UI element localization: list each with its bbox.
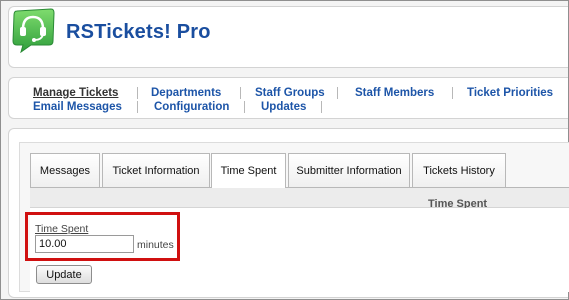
menu-item-departments[interactable]: Departments — [151, 87, 221, 99]
menu-item-email-messages[interactable]: Email Messages — [33, 101, 122, 113]
tab-ticket-information[interactable]: Ticket Information — [102, 153, 210, 187]
menu-separator — [137, 101, 138, 113]
tab-tickets-history[interactable]: Tickets History — [412, 153, 506, 187]
headset-icon — [12, 8, 55, 53]
menu-item-updates[interactable]: Updates — [261, 101, 306, 113]
menu-separator — [244, 101, 245, 113]
menu-item-ticket-priorities[interactable]: Ticket Priorities — [467, 87, 553, 99]
menu-separator — [137, 87, 138, 99]
menu-item-staff-members[interactable]: Staff Members — [355, 87, 434, 99]
menu-item-staff-groups[interactable]: Staff Groups — [255, 87, 325, 99]
menu-item-configuration[interactable]: Configuration — [154, 101, 229, 113]
minutes-label: minutes — [137, 239, 174, 251]
menu-separator — [337, 87, 338, 99]
menu-item-manage-tickets[interactable]: Manage Tickets — [33, 87, 118, 99]
tab-submitter-information[interactable]: Submitter Information — [288, 153, 410, 187]
tab-time-spent[interactable]: Time Spent — [211, 153, 286, 188]
menu-separator — [452, 87, 453, 99]
tab-messages[interactable]: Messages — [30, 153, 100, 187]
time-spent-label: Time Spent — [35, 223, 89, 235]
menu-separator — [240, 87, 241, 99]
panel-header — [30, 187, 569, 208]
menu-separator — [321, 101, 322, 113]
update-button[interactable]: Update — [36, 265, 92, 284]
time-spent-input[interactable] — [35, 235, 134, 253]
app-title: RSTickets! Pro — [66, 21, 211, 43]
